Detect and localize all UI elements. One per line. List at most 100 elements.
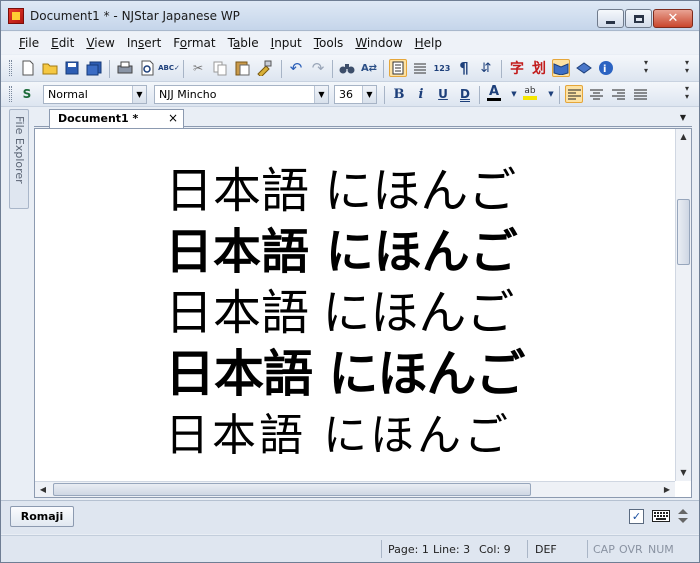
scroll-left-icon[interactable]: ◀ bbox=[35, 482, 51, 497]
document-tab-bar: Document1 * × ▼ bbox=[34, 109, 692, 128]
font-size-select[interactable]: 36 ▼ bbox=[334, 85, 377, 104]
close-button[interactable]: ✕ bbox=[653, 9, 693, 28]
text-line[interactable]: 日本語 にほんご bbox=[165, 344, 535, 405]
maximize-button[interactable] bbox=[625, 9, 652, 28]
scroll-right-icon[interactable]: ▶ bbox=[659, 482, 675, 497]
checkbox-icon[interactable]: ✓ bbox=[629, 509, 644, 524]
character-icon[interactable]: 字 bbox=[508, 59, 526, 77]
align-right-icon[interactable] bbox=[609, 85, 627, 103]
menu-format[interactable]: Format bbox=[167, 36, 221, 50]
menu-edit[interactable]: Edit bbox=[45, 36, 80, 50]
menu-table[interactable]: Table bbox=[222, 36, 265, 50]
tab-list-icon[interactable]: ▼ bbox=[680, 113, 686, 122]
cut-icon[interactable]: ✂ bbox=[189, 59, 207, 77]
text-direction-icon[interactable]: ⇵ bbox=[477, 59, 495, 77]
scroll-up-icon[interactable]: ▲ bbox=[676, 129, 691, 145]
status-line: Line: 3 bbox=[433, 543, 471, 556]
style-icon[interactable]: S bbox=[18, 85, 36, 103]
line-numbers-icon[interactable]: 123 bbox=[433, 59, 451, 77]
justify-icon[interactable] bbox=[631, 85, 649, 103]
font-color-icon[interactable]: A bbox=[485, 84, 503, 102]
menu-help[interactable]: Help bbox=[409, 36, 448, 50]
menu-insert[interactable]: Insert bbox=[121, 36, 167, 50]
underline-icon[interactable]: U bbox=[434, 85, 452, 103]
menu-tools[interactable]: Tools bbox=[308, 36, 350, 50]
chevron-down-icon[interactable]: ▼ bbox=[314, 86, 328, 103]
help-icon[interactable]: i bbox=[597, 59, 615, 77]
chevron-down-icon[interactable]: ▼ bbox=[362, 86, 376, 103]
resize-grip-icon[interactable] bbox=[674, 507, 692, 525]
print-preview-icon[interactable] bbox=[138, 59, 156, 77]
toolbar-separator bbox=[479, 86, 480, 104]
file-explorer-tab[interactable]: File Explorer bbox=[9, 109, 29, 209]
toolbar-grip[interactable] bbox=[9, 60, 12, 76]
italic-icon[interactable]: i bbox=[412, 85, 430, 103]
align-left-icon[interactable] bbox=[565, 85, 583, 103]
text-line[interactable]: 日本語 にほんご bbox=[165, 283, 535, 344]
find-icon[interactable] bbox=[338, 59, 356, 77]
horizontal-scrollbar[interactable]: ◀ ▶ bbox=[35, 481, 675, 497]
svg-text:i: i bbox=[603, 64, 606, 75]
double-underline-icon[interactable]: D bbox=[456, 85, 474, 103]
toolbar-grip[interactable] bbox=[9, 86, 12, 102]
chevron-down-icon[interactable]: ▼ bbox=[132, 86, 146, 103]
save-icon[interactable] bbox=[63, 59, 81, 77]
font-select[interactable]: NJJ Mincho ▼ bbox=[154, 85, 329, 104]
highlight-icon[interactable]: ab bbox=[521, 84, 539, 102]
stroke-order-icon[interactable]: 划 bbox=[530, 59, 548, 77]
dictionary-icon[interactable] bbox=[552, 59, 570, 77]
horizontal-scroll-thumb[interactable] bbox=[53, 483, 531, 496]
tab-document1[interactable]: Document1 * × bbox=[49, 109, 184, 128]
scroll-down-icon[interactable]: ▼ bbox=[676, 465, 691, 481]
format-painter-icon[interactable] bbox=[255, 59, 273, 77]
copy-icon[interactable] bbox=[211, 59, 229, 77]
toolbar-separator bbox=[281, 60, 282, 78]
paste-icon[interactable] bbox=[233, 59, 251, 77]
menu-input[interactable]: Input bbox=[265, 36, 308, 50]
menu-file[interactable]: File bbox=[13, 36, 45, 50]
window-title: Document1 * - NJStar Japanese WP bbox=[30, 9, 240, 23]
toolbar-overflow-icon[interactable]: ▾ ▾ bbox=[682, 59, 692, 77]
view-normal-icon[interactable] bbox=[389, 59, 407, 77]
toolbar-separator bbox=[384, 86, 385, 104]
text-line[interactable]: 日本語 にほんご bbox=[165, 222, 535, 283]
book-icon[interactable] bbox=[575, 59, 593, 77]
align-center-icon[interactable] bbox=[587, 85, 605, 103]
romaji-mode-button[interactable]: Romaji bbox=[10, 506, 74, 527]
document-content: 日本語 にほんご 日本語 にほんご 日本語 にほんご 日本語 にほんご 日本語 … bbox=[165, 161, 535, 466]
toolbar-overflow-icon[interactable]: ▾ ▾ bbox=[682, 85, 692, 103]
save-all-icon[interactable] bbox=[85, 59, 103, 77]
print-icon[interactable] bbox=[116, 59, 134, 77]
close-icon: ✕ bbox=[667, 11, 679, 26]
app-window: Document1 * - NJStar Japanese WP ✕ File … bbox=[0, 0, 700, 563]
document-editor[interactable]: 日本語 にほんご 日本語 にほんご 日本語 にほんご 日本語 にほんご 日本語 … bbox=[34, 128, 692, 498]
text-line[interactable]: 日本語 にほんご bbox=[165, 161, 535, 222]
pilcrow-icon[interactable]: ¶ bbox=[455, 59, 473, 77]
minimize-button[interactable] bbox=[597, 9, 624, 28]
undo-icon[interactable]: ↶ bbox=[287, 59, 305, 77]
keyboard-icon[interactable] bbox=[652, 507, 670, 525]
title-bar: Document1 * - NJStar Japanese WP ✕ bbox=[1, 1, 699, 31]
open-icon[interactable] bbox=[41, 59, 59, 77]
chevron-down-icon[interactable]: ▼ bbox=[542, 85, 560, 103]
app-logo-icon[interactable] bbox=[8, 8, 24, 24]
style-select[interactable]: Normal ▼ bbox=[43, 85, 147, 104]
status-def: DEF bbox=[535, 543, 557, 556]
input-method-bar: Romaji ✓ bbox=[1, 500, 699, 534]
new-icon[interactable] bbox=[19, 59, 37, 77]
view-lines-icon[interactable] bbox=[411, 59, 429, 77]
vertical-scrollbar[interactable]: ▲ ▼ bbox=[675, 129, 691, 481]
bold-icon[interactable]: B bbox=[390, 85, 408, 103]
toolbar-overflow-icon[interactable]: ▾ ▾ bbox=[641, 59, 651, 77]
vertical-scroll-thumb[interactable] bbox=[677, 199, 690, 265]
replace-icon[interactable]: A⇄ bbox=[360, 59, 378, 77]
menu-window[interactable]: Window bbox=[349, 36, 408, 50]
redo-icon[interactable]: ↷ bbox=[309, 59, 327, 77]
menu-view[interactable]: View bbox=[80, 36, 120, 50]
spellcheck-icon[interactable]: ABC✓ bbox=[158, 59, 180, 77]
toolbar-separator bbox=[501, 60, 502, 78]
menu-bar: File Edit View Insert Format Table Input… bbox=[1, 32, 699, 54]
toolbar-separator bbox=[183, 60, 184, 78]
text-line[interactable]: 日本語 にほんご bbox=[165, 405, 535, 466]
close-tab-icon[interactable]: × bbox=[168, 110, 178, 127]
